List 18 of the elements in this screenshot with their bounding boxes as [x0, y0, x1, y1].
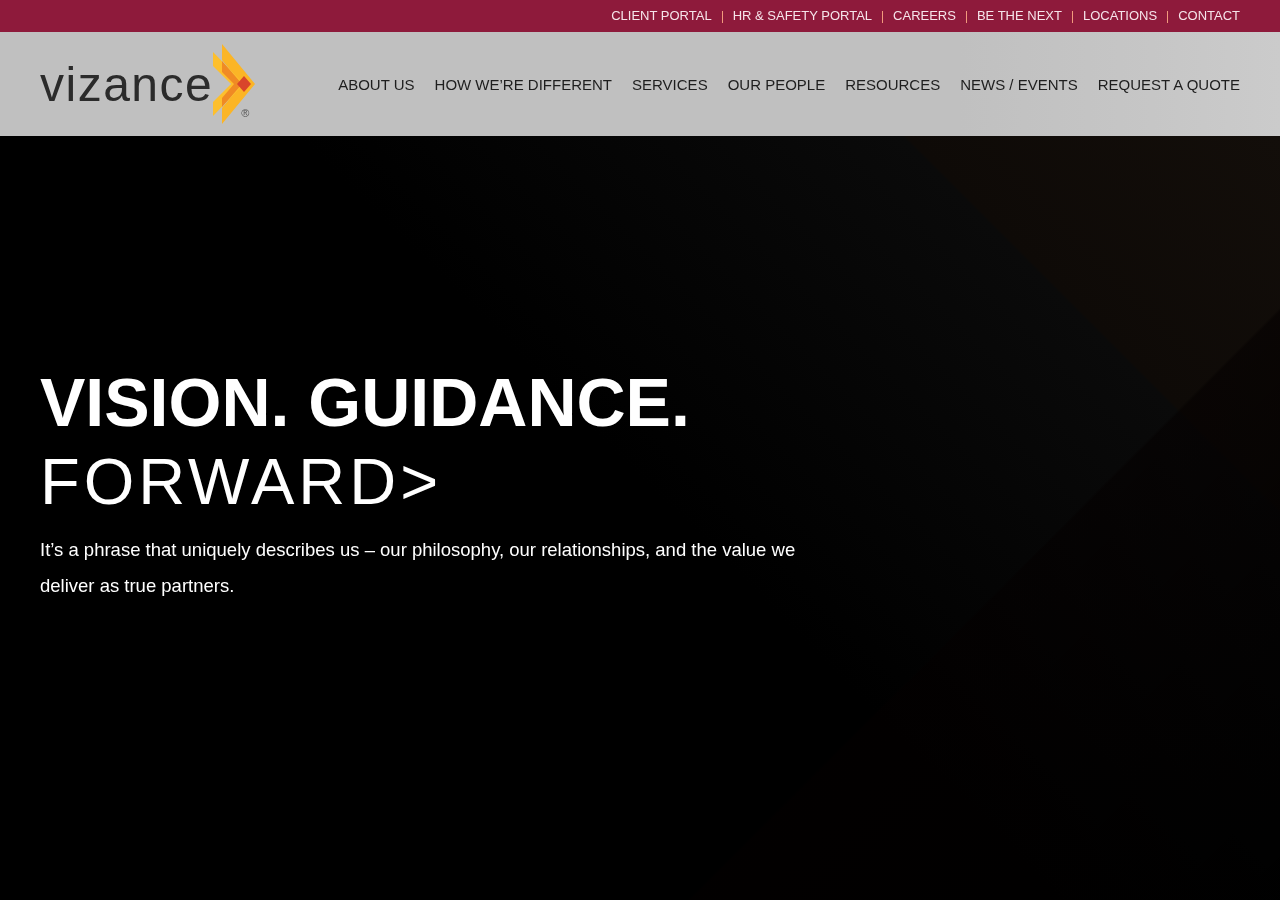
nav-link[interactable]: RESOURCES — [845, 75, 941, 93]
top-link[interactable]: CONTACT — [1178, 8, 1240, 24]
top-link[interactable]: CAREERS — [893, 8, 956, 24]
logo[interactable]: vizance ® — [40, 44, 256, 124]
nav-link[interactable]: REQUEST A QUOTE — [1097, 75, 1240, 93]
top-link[interactable]: BE THE NEXT — [976, 8, 1062, 24]
nav-link[interactable]: ABOUT US — [338, 75, 415, 93]
hero-text: It’s a phrase that uniquely describes us – our philosophy, our relationships, and the value we deliver as true partners. — [40, 538, 797, 598]
top-link[interactable]: HR & SAFETY PORTAL — [732, 8, 873, 24]
top-link[interactable]: LOCATIONS — [1082, 8, 1158, 24]
nav-link[interactable]: SERVICES — [632, 75, 708, 93]
nav-link[interactable]: OUR PEOPLE — [727, 75, 826, 93]
top-link[interactable]: CLIENT PORTAL — [611, 8, 712, 24]
nav-link[interactable]: HOW WE’RE DIFFERENT — [434, 75, 613, 93]
hero-headline: VISION. GUIDANCE. — [40, 363, 691, 442]
hero-tagline: FORWARD> — [40, 444, 444, 520]
nav-link[interactable]: NEWS / EVENTS — [960, 75, 1078, 93]
chevron-icon — [213, 44, 256, 124]
